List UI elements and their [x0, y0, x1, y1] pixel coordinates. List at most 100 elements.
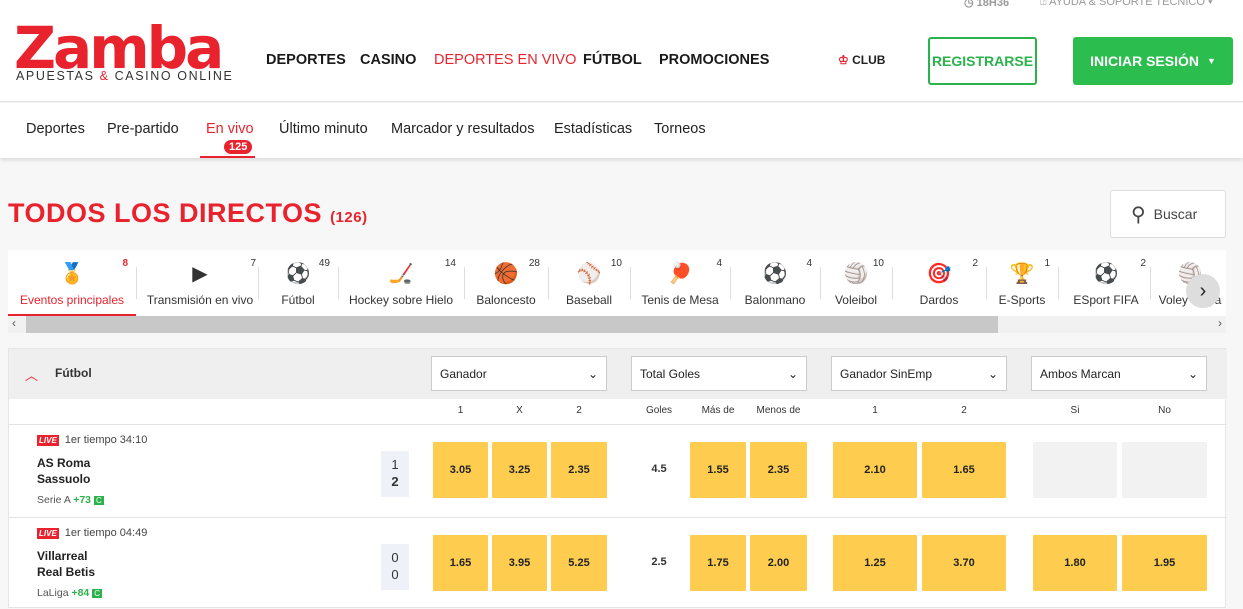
- sport-tab[interactable]: 🏀 28 Baloncesto: [464, 250, 548, 316]
- more-markets-link[interactable]: +84: [71, 587, 89, 599]
- more-markets-link[interactable]: +73: [73, 494, 91, 506]
- sub-navigation: Deportes Pre-partido En vivo 125 Último …: [0, 103, 1243, 158]
- subnav-torneos[interactable]: Torneos: [654, 121, 706, 137]
- divider: [1058, 267, 1059, 299]
- clock: ◷ 18H36: [964, 0, 1009, 9]
- divider: [730, 267, 731, 299]
- stats-icon[interactable]: C: [93, 496, 104, 505]
- sport-tab[interactable]: ⚾ 10 Baseball: [548, 250, 630, 316]
- match-row: LIVE 1er tiempo 34:10 AS Roma Sassuolo Ser…: [9, 424, 1227, 516]
- teams[interactable]: Villarreal Real Betis: [37, 548, 95, 580]
- sport-label: E-Sports: [998, 293, 1046, 307]
- carousel-next-button[interactable]: ›: [1186, 274, 1220, 308]
- odds-button[interactable]: 1.95: [1122, 535, 1207, 591]
- odds-button[interactable]: 1.25: [833, 535, 917, 591]
- sport-tab[interactable]: 🏒 14 Hockey sobre Hielo: [338, 250, 464, 316]
- subnav-marcador[interactable]: Marcador y resultados: [391, 121, 534, 137]
- sport-tab[interactable]: 🎯 2 Dardos: [892, 250, 986, 316]
- sport-tab[interactable]: ▶ 7 Transmisión en vivo: [136, 250, 264, 316]
- league-info: Serie A +73 C: [37, 494, 104, 506]
- help-icon: ⍰: [1040, 0, 1050, 8]
- subnav-deportes[interactable]: Deportes: [26, 121, 85, 137]
- subnav-ultimo-minuto[interactable]: Último minuto: [279, 121, 368, 137]
- teams[interactable]: AS Roma Sassuolo: [37, 455, 90, 487]
- sport-count: 49: [318, 258, 330, 269]
- divider: [630, 267, 631, 299]
- sport-label: Baseball: [565, 293, 613, 307]
- scroll-right-icon[interactable]: ›: [1218, 316, 1222, 330]
- divider: [464, 267, 465, 299]
- sport-tab[interactable]: 🏅 8 Eventos principales: [8, 250, 136, 316]
- divider: [986, 267, 987, 299]
- club-link[interactable]: ♔ CLUB: [838, 53, 885, 67]
- sport-label: Transmisión en vivo: [146, 293, 254, 307]
- odds-button[interactable]: 5.25: [551, 535, 607, 591]
- subnav-pre-partido[interactable]: Pre-partido: [107, 121, 179, 137]
- nav-futbol[interactable]: FÚTBOL: [583, 52, 642, 68]
- odds-button[interactable]: 3.25: [492, 442, 547, 498]
- sport-tab[interactable]: 🏐 10 Voleibol: [820, 250, 892, 316]
- sport-label: Voleibol: [834, 293, 878, 307]
- market-select[interactable]: Ambos Marcan ⌄: [1031, 356, 1207, 391]
- search-icon: ⚲: [1131, 203, 1146, 226]
- sport-label: Baloncesto: [476, 293, 536, 307]
- match-time: LIVE 1er tiempo 34:10: [37, 434, 148, 446]
- caret-down-icon: ▼: [1206, 56, 1216, 66]
- sport-tab[interactable]: ⚽ 49 Fútbol: [258, 250, 338, 316]
- nav-deportes-en-vivo[interactable]: DEPORTES EN VIVO: [434, 52, 576, 68]
- subnav-estadisticas[interactable]: Estadísticas: [554, 121, 632, 137]
- nav-casino[interactable]: CASINO: [360, 52, 416, 68]
- sport-count: 4: [806, 258, 812, 269]
- sport-tab[interactable]: 🏓 4 Tenis de Mesa: [630, 250, 730, 316]
- odds-button[interactable]: 1.55: [690, 442, 746, 498]
- collapse-icon[interactable]: ︿: [25, 365, 38, 384]
- odds-button[interactable]: 3.05: [433, 442, 488, 498]
- chevron-down-icon: ⌄: [1187, 366, 1198, 381]
- odds-button[interactable]: 2.00: [750, 535, 807, 591]
- market-label: Ganador: [440, 366, 487, 381]
- sport-tab[interactable]: 🏆 1 E-Sports: [986, 250, 1058, 316]
- market-select[interactable]: Total Goles ⌄: [631, 356, 807, 391]
- chevron-down-icon: ⌄: [987, 366, 998, 381]
- horizontal-scrollbar[interactable]: ‹ ›: [8, 316, 1226, 333]
- column-header: 2: [961, 405, 967, 416]
- sport-tab[interactable]: ⚽ 4 Balonmano: [730, 250, 820, 316]
- sport-count: 7: [250, 258, 256, 269]
- odds-button[interactable]: 1.65: [922, 442, 1006, 498]
- market-select[interactable]: Ganador SinEmp ⌄: [831, 356, 1007, 391]
- odds-button[interactable]: 1.80: [1033, 535, 1117, 591]
- market-select[interactable]: Ganador ⌄: [431, 356, 607, 391]
- active-indicator: [200, 156, 255, 158]
- market-label: Ganador SinEmp: [840, 366, 933, 381]
- stats-icon[interactable]: C: [92, 589, 102, 598]
- sport-count: 4: [716, 258, 722, 269]
- odds-button[interactable]: 2.35: [551, 442, 607, 498]
- section-title: Fútbol: [55, 366, 92, 380]
- subnav-en-vivo[interactable]: En vivo: [206, 121, 254, 137]
- register-button[interactable]: REGISTRARSE: [928, 37, 1037, 85]
- sport-label: Eventos principales: [19, 293, 125, 307]
- odds-button[interactable]: 2.35: [750, 442, 807, 498]
- odds-button[interactable]: 1.75: [690, 535, 746, 591]
- column-header: X: [516, 405, 523, 416]
- sport-tab[interactable]: ⚽ 2 ESport FIFA: [1058, 250, 1154, 316]
- odds-button[interactable]: [1033, 442, 1117, 498]
- nav-promociones[interactable]: PROMOCIONES: [659, 52, 769, 68]
- live-count-badge: 125: [224, 140, 253, 154]
- odds-button[interactable]: [1122, 442, 1207, 498]
- odds-button[interactable]: 3.70: [922, 535, 1006, 591]
- chevron-right-icon: ›: [1199, 279, 1207, 302]
- sport-count: 14: [444, 258, 456, 269]
- help-menu[interactable]: ⍰ AYUDA & SOPORTE TÉCNICO ▾: [1040, 0, 1213, 9]
- odds-button[interactable]: 2.10: [833, 442, 917, 498]
- divider: [548, 267, 549, 299]
- scroll-left-icon[interactable]: ‹: [12, 316, 16, 330]
- sport-label: ESport FIFA: [1073, 293, 1139, 307]
- scrollbar-thumb[interactable]: [26, 316, 998, 333]
- odds-button[interactable]: 3.95: [492, 535, 547, 591]
- login-button[interactable]: INICIAR SESIÓN ▼: [1073, 37, 1233, 85]
- search-button[interactable]: ⚲ Buscar: [1110, 190, 1226, 238]
- odds-button[interactable]: 1.65: [433, 535, 488, 591]
- nav-deportes[interactable]: DEPORTES: [266, 52, 346, 68]
- sport-count: 10: [610, 258, 622, 269]
